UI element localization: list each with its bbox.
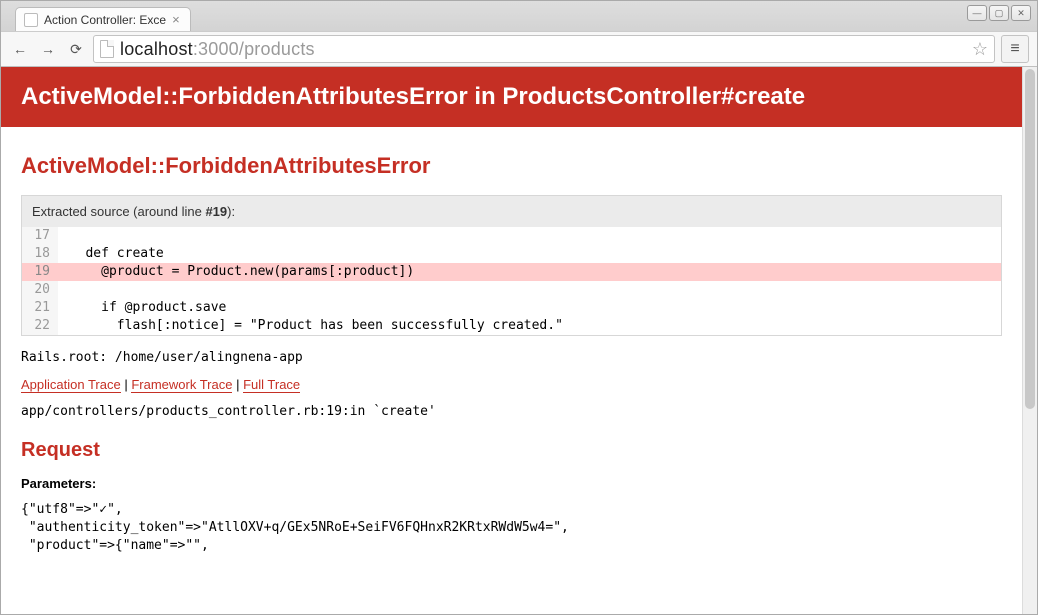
toolbar: ← → ⟳ localhost:3000/products ☆ ≡ — [1, 31, 1037, 67]
url-host: localhost — [120, 39, 193, 59]
page-content: ActiveModel::ForbiddenAttributesError in… — [1, 67, 1022, 614]
code-line: 21 if @product.save — [22, 299, 1001, 317]
code-text: if @product.save — [58, 299, 1001, 317]
close-window-button[interactable]: ✕ — [1011, 5, 1031, 21]
arrow-right-icon: → — [41, 41, 55, 57]
application-trace-line: app/controllers/products_controller.rb:1… — [21, 404, 1002, 419]
line-number: 21 — [22, 299, 58, 317]
request-heading: Request — [21, 439, 1002, 462]
code-line: 19 @product = Product.new(params[:produc… — [22, 263, 1001, 281]
code-text: flash[:notice] = "Product has been succe… — [58, 317, 1001, 335]
line-number: 20 — [22, 281, 58, 299]
viewport: ActiveModel::ForbiddenAttributesError in… — [1, 67, 1037, 614]
url-port: :3000 — [193, 39, 239, 59]
forward-button[interactable]: → — [37, 38, 59, 60]
url-text: localhost:3000/products — [120, 39, 315, 60]
error-title: ActiveModel::ForbiddenAttributesError in… — [21, 83, 805, 110]
scrollbar-thumb[interactable] — [1025, 69, 1035, 409]
code-line: 22 flash[:notice] = "Product has been su… — [22, 317, 1001, 335]
code-text — [58, 281, 1001, 299]
close-tab-icon[interactable]: × — [172, 12, 180, 27]
tabstrip: Action Controller: Exce × — [1, 1, 1037, 31]
code-text: def create — [58, 245, 1001, 263]
back-button[interactable]: ← — [9, 38, 31, 60]
full-trace-link[interactable]: Full Trace — [243, 377, 300, 393]
line-number: 18 — [22, 245, 58, 263]
source-extract-title: Extracted source (around line #19): — [22, 196, 1001, 227]
line-number: 22 — [22, 317, 58, 335]
parameters-dump: {"utf8"=>"✓", "authenticity_token"=>"Atl… — [21, 501, 1002, 555]
line-number: 19 — [22, 263, 58, 281]
bookmark-icon[interactable]: ☆ — [972, 39, 988, 60]
tab-title: Action Controller: Exce — [44, 13, 166, 27]
code-line: 18 def create — [22, 245, 1001, 263]
code-text: @product = Product.new(params[:product]) — [58, 263, 1001, 281]
window-controls: — ▢ ✕ — [967, 5, 1031, 21]
hamburger-icon: ≡ — [1010, 40, 1019, 58]
address-bar[interactable]: localhost:3000/products ☆ — [93, 35, 995, 63]
source-extract-panel: Extracted source (around line #19): 1718… — [21, 195, 1002, 336]
framework-trace-link[interactable]: Framework Trace — [131, 377, 232, 393]
reload-icon: ⟳ — [70, 41, 82, 58]
error-exception-name: ActiveModel::ForbiddenAttributesError — [21, 153, 1002, 179]
source-extract-code: 1718 def create19 @product = Product.new… — [22, 227, 1001, 335]
line-number: 17 — [22, 227, 58, 245]
trace-links: Application Trace | Framework Trace | Fu… — [21, 377, 1002, 392]
rails-root: Rails.root: /home/user/alingnena-app — [21, 350, 1002, 365]
code-line: 17 — [22, 227, 1001, 245]
parameters-label: Parameters: — [21, 476, 1002, 491]
maximize-button[interactable]: ▢ — [989, 5, 1009, 21]
application-trace-link[interactable]: Application Trace — [21, 377, 121, 393]
code-line: 20 — [22, 281, 1001, 299]
menu-button[interactable]: ≡ — [1001, 35, 1029, 63]
url-path: /products — [239, 39, 315, 59]
error-header: ActiveModel::ForbiddenAttributesError in… — [1, 67, 1022, 127]
code-text — [58, 227, 1001, 245]
page-icon — [100, 40, 114, 58]
minimize-button[interactable]: — — [967, 5, 987, 21]
page-icon — [24, 13, 38, 27]
error-body: ActiveModel::ForbiddenAttributesError Ex… — [1, 127, 1022, 555]
vertical-scrollbar[interactable] — [1022, 67, 1037, 614]
reload-button[interactable]: ⟳ — [65, 38, 87, 60]
arrow-left-icon: ← — [13, 41, 27, 57]
browser-window: — ▢ ✕ Action Controller: Exce × ← → ⟳ lo… — [0, 0, 1038, 615]
browser-tab[interactable]: Action Controller: Exce × — [15, 7, 191, 31]
